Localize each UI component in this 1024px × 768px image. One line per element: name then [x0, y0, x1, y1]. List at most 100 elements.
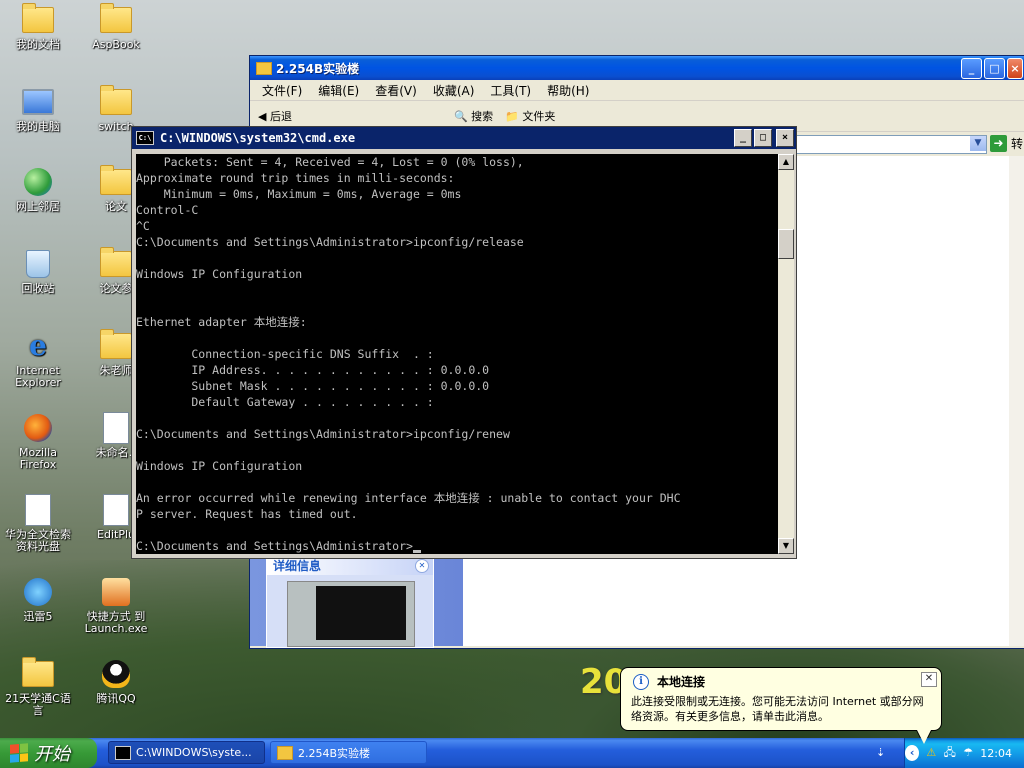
cmd-close-button[interactable]: ×	[776, 129, 794, 147]
start-button[interactable]: 开始	[0, 738, 97, 768]
go-arrow-icon: ➜	[990, 135, 1007, 152]
taskbar: 开始 C:\WINDOWS\syste... 2.254B实验楼 ⇣ ‹ ⚠ 🖧…	[0, 738, 1024, 768]
go-button[interactable]: ➜ 转	[990, 135, 1023, 152]
menu-favorites[interactable]: 收藏(A)	[429, 82, 487, 99]
cmd-icon: C:\	[136, 131, 154, 145]
desktop-icon-network-places[interactable]: 网上邻居	[2, 166, 74, 213]
console-line: Connection-specific DNS Suffix . :	[136, 347, 434, 361]
folder-icon	[100, 3, 132, 36]
explorer-title: 2.254B实验楼	[276, 61, 360, 76]
maximize-button[interactable]: □	[984, 58, 1005, 79]
balloon-title: 本地连接	[657, 675, 706, 689]
cmd-title-bar[interactable]: C:\ C:\WINDOWS\system32\cmd.exe _ □ ×	[132, 127, 796, 149]
console-output[interactable]: Packets: Sent = 4, Received = 4, Lost = …	[136, 154, 778, 554]
details-header[interactable]: 详细信息 ✕	[267, 557, 433, 575]
network-warning-icon[interactable]: ⚠	[925, 746, 937, 760]
network-places-icon	[22, 166, 54, 198]
console-line: C:\Documents and Settings\Administrator>	[136, 538, 778, 554]
network-balloon[interactable]: i 本地连接 ✕ 此连接受限制或无连接。您可能无法访问 Internet 或部分…	[620, 667, 942, 746]
my-computer-icon	[22, 86, 54, 118]
folder-icon	[100, 247, 132, 280]
console-line: C:\Documents and Settings\Administrator>…	[136, 235, 524, 249]
show-hidden-icons-chevron[interactable]: ‹	[905, 745, 920, 761]
collapse-icon[interactable]: ✕	[415, 559, 429, 573]
console-line: Approximate round trip times in milli-se…	[136, 171, 455, 185]
editplus-icon	[100, 494, 132, 526]
qq-icon	[100, 658, 132, 690]
balloon-message[interactable]: 此连接受限制或无连接。您可能无法访问 Internet 或部分网络资源。有关更多…	[631, 694, 931, 724]
desktop-icon-internet-explorer[interactable]: e Internet Explorer	[2, 330, 74, 389]
cmd-scrollbar[interactable]: ▲ ▼	[778, 154, 794, 554]
minimize-button[interactable]: _	[961, 58, 982, 79]
desktop-icon-huawei-cd[interactable]: 华为全文检索资料光盘	[2, 494, 74, 553]
console-line: Minimum = 0ms, Maximum = 0ms, Average = …	[136, 187, 462, 201]
scroll-down-icon[interactable]: ▼	[778, 538, 794, 554]
cmd-window[interactable]: C:\ C:\WINDOWS\system32\cmd.exe _ □ × Pa…	[131, 126, 797, 559]
quick-launch-pin-icon[interactable]: ⇣	[876, 746, 885, 759]
desktop-icon-my-computer[interactable]: 我的电脑	[2, 86, 74, 133]
folder-icon	[100, 165, 132, 198]
console-line: Default Gateway . . . . . . . . . :	[136, 395, 434, 409]
xunlei-icon	[22, 576, 54, 608]
desktop-icon-qq[interactable]: 腾讯QQ	[80, 658, 152, 705]
scroll-up-icon[interactable]: ▲	[778, 154, 794, 170]
console-line: C:\Documents and Settings\Administrator>…	[136, 427, 510, 441]
windows-logo-icon	[10, 743, 28, 763]
menu-view[interactable]: 查看(V)	[371, 82, 429, 99]
taskbar-item-cmd[interactable]: C:\WINDOWS\syste...	[108, 741, 265, 764]
recycle-bin-icon	[22, 248, 54, 280]
document-icon	[100, 412, 132, 444]
folders-button[interactable]: 📁 文件夹	[505, 108, 555, 124]
console-line: An error occurred while renewing interfa…	[136, 491, 681, 505]
desktop-icon-launch-shortcut[interactable]: 快捷方式 到 Launch.exe	[80, 576, 152, 635]
balloon-close-button[interactable]: ✕	[921, 672, 937, 687]
menu-edit[interactable]: 编辑(E)	[314, 82, 371, 99]
network-icon[interactable]: 🖧	[944, 746, 956, 760]
taskbar-item-explorer[interactable]: 2.254B实验楼	[270, 741, 427, 764]
console-line: Ethernet adapter 本地连接:	[136, 315, 307, 329]
folder-icon	[256, 61, 272, 75]
cmd-minimize-button[interactable]: _	[734, 129, 752, 147]
desktop-icon-recycle-bin[interactable]: 回收站	[2, 248, 74, 295]
cmd-icon	[115, 745, 131, 760]
explorer-title-bar[interactable]: 2.254B实验楼 _ □ ×	[250, 56, 1024, 80]
chevron-down-icon[interactable]: ▼	[970, 136, 986, 151]
menu-file[interactable]: 文件(F)	[258, 82, 314, 99]
scroll-thumb[interactable]	[778, 229, 794, 259]
info-icon: i	[633, 674, 649, 690]
console-line: Packets: Sent = 4, Received = 4, Lost = …	[136, 155, 524, 169]
desktop-icon-21days-c[interactable]: 21天学通C语言	[2, 657, 74, 717]
tray-app-icon[interactable]: ☂	[962, 746, 974, 760]
menu-help[interactable]: 帮助(H)	[543, 82, 601, 99]
console-line: IP Address. . . . . . . . . . . . : 0.0.…	[136, 363, 490, 377]
folder-icon	[22, 657, 54, 690]
folder-icon	[277, 745, 293, 760]
explorer-scrollbar[interactable]	[1009, 156, 1024, 646]
close-button[interactable]: ×	[1007, 58, 1023, 79]
preview-thumbnail	[287, 581, 415, 647]
back-button[interactable]: ◀ 后退	[258, 108, 292, 124]
cmd-maximize-button[interactable]: □	[754, 129, 772, 147]
console-line: Windows IP Configuration	[136, 267, 303, 281]
address-input[interactable]: ▼	[790, 135, 987, 154]
game-shortcut-icon	[100, 576, 132, 608]
desktop-icon-xunlei[interactable]: 迅雷5	[2, 576, 74, 623]
console-line: Windows IP Configuration	[136, 459, 303, 473]
menu-tools[interactable]: 工具(T)	[486, 82, 543, 99]
desktop-icon-my-documents[interactable]: 我的文档	[2, 3, 74, 51]
details-panel: 详细信息 ✕	[266, 556, 434, 648]
internet-explorer-icon: e	[29, 329, 47, 362]
clock[interactable]: 12:04	[980, 747, 1012, 760]
explorer-menubar: 文件(F) 编辑(E) 查看(V) 收藏(A) 工具(T) 帮助(H)	[250, 80, 1024, 101]
huawei-cd-icon	[22, 494, 54, 526]
search-button[interactable]: 🔍 搜索	[454, 108, 493, 124]
desktop-icon-aspbook[interactable]: AspBook	[80, 3, 152, 51]
desktop-icon-firefox[interactable]: Mozilla Firefox	[2, 412, 74, 471]
